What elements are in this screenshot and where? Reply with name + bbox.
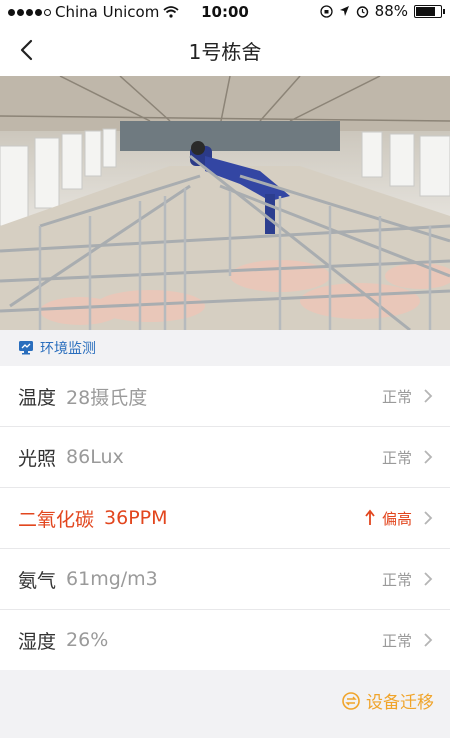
status-bar: China Unicom 10:00 88% [0,0,450,24]
battery-icon [414,4,445,18]
chevron-left-icon[interactable] [14,36,42,64]
arrow-up-icon [365,509,375,525]
barn-photo [0,76,450,330]
reading-status: 正常 [381,448,412,467]
readings-list: 温度 28摄氏度 正常 光照 86Lux 正常 二氧化碳 36PPM 偏高 氨气… [0,366,450,670]
alarm-icon [356,5,368,18]
page-title: 1号栋舍 [188,39,262,64]
reading-value: 26% [66,629,109,651]
reading-name: 光照 [18,447,57,470]
chevron-right-icon [424,572,433,586]
migrate-label: 设备迁移 [366,693,434,713]
reading-name: 湿度 [18,630,57,653]
location-icon [339,6,349,16]
reading-name: 氨气 [18,569,57,592]
section-title: 环境监测 [40,341,96,357]
chevron-right-icon [424,511,433,525]
reading-value: 61mg/m3 [66,568,158,590]
lock-rotation-icon [320,4,333,18]
transfer-icon [342,691,360,710]
reading-status: 正常 [381,387,412,406]
reading-status: 正常 [381,570,412,589]
nav-bar: 1号栋舍 [0,24,450,76]
barn-illustration [0,76,450,330]
reading-row-ammonia[interactable]: 氨气 61mg/m3 正常 [0,549,450,610]
reading-row-temperature[interactable]: 温度 28摄氏度 正常 [0,366,450,427]
section-header: 环境监测 [0,330,450,366]
reading-value: 36PPM [104,507,168,529]
reading-status: 偏高 [381,509,412,528]
reading-row-co2[interactable]: 二氧化碳 36PPM 偏高 [0,488,450,549]
reading-row-humidity[interactable]: 湿度 26% 正常 [0,610,450,670]
footer: 设备迁移 [0,670,450,738]
monitor-icon [19,341,33,355]
chevron-right-icon [424,450,433,464]
status-right: 88% [320,2,445,20]
reading-name: 二氧化碳 [18,508,95,531]
chevron-right-icon [424,389,433,403]
migrate-device-button[interactable]: 设备迁移 [342,688,434,713]
chevron-right-icon [424,633,433,647]
reading-row-light[interactable]: 光照 86Lux 正常 [0,427,450,488]
reading-name: 温度 [18,386,57,409]
battery-percent: 88% [374,2,408,20]
reading-value: 86Lux [66,446,124,468]
reading-status: 正常 [381,631,412,650]
reading-value: 28摄氏度 [66,386,148,409]
